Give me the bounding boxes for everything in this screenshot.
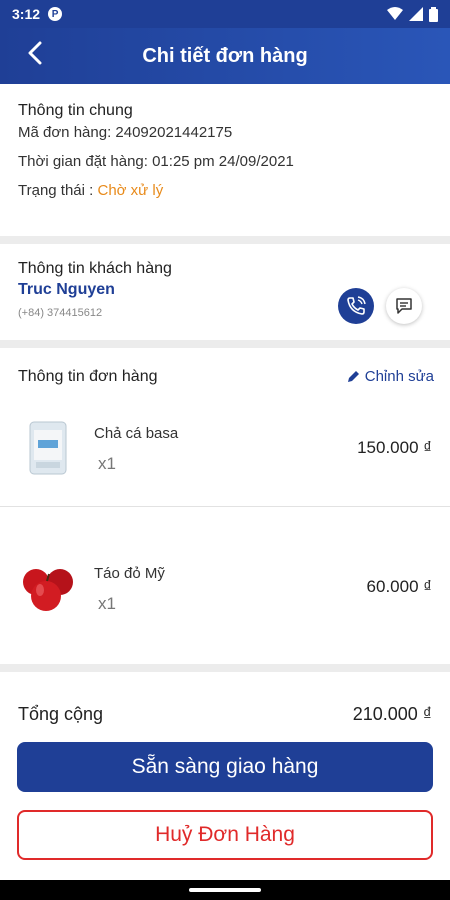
battery-icon bbox=[429, 6, 438, 22]
order-info-card: Thông tin đơn hàng Chỉnh sửa Chả cá basa… bbox=[0, 348, 450, 664]
general-info-card: Thông tin chung Mã đơn hàng: 24092021442… bbox=[0, 84, 450, 236]
item-quantity: x1 bbox=[98, 454, 116, 473]
item-name: Chả cá basa bbox=[94, 425, 179, 442]
system-nav-bar bbox=[0, 880, 450, 900]
product-image bbox=[16, 416, 80, 480]
status-label: Trạng thái : bbox=[18, 182, 98, 199]
item-price: 150.000 ₫ bbox=[357, 438, 432, 457]
notification-icon: P bbox=[48, 7, 63, 21]
order-time: Thời gian đặt hàng: 01:25 pm 24/09/2021 bbox=[18, 153, 294, 170]
status-badge: Chờ xử lý bbox=[97, 182, 164, 199]
status-bar: 3:12 P bbox=[0, 0, 450, 28]
status-time: 3:12 bbox=[12, 6, 41, 22]
page-title: Chi tiết đơn hàng bbox=[142, 44, 308, 67]
order-status-row: Trạng thái : Chờ xử lý bbox=[18, 182, 432, 199]
back-button[interactable] bbox=[20, 38, 50, 68]
app-bar: Chi tiết đơn hàng bbox=[0, 28, 450, 84]
ready-to-deliver-button[interactable]: Sẵn sàng giao hàng bbox=[17, 742, 433, 792]
signal-icon bbox=[409, 7, 423, 21]
total-value: 210.000 ₫ bbox=[352, 704, 432, 724]
total-label: Tổng cộng bbox=[18, 704, 104, 724]
phone-icon bbox=[347, 296, 366, 315]
item-price: 60.000 ₫ bbox=[366, 577, 432, 596]
item-divider bbox=[0, 506, 450, 507]
chat-button[interactable] bbox=[386, 288, 422, 324]
item-quantity: x1 bbox=[98, 594, 116, 613]
chat-icon bbox=[396, 298, 412, 314]
customer-info-title: Thông tin khách hàng bbox=[18, 260, 172, 277]
order-footer: Tổng cộng 210.000 ₫ Sẵn sàng giao hàng H… bbox=[0, 672, 450, 880]
item-name: Táo đỏ Mỹ bbox=[94, 565, 165, 582]
status-icons bbox=[387, 6, 438, 22]
cancel-order-button[interactable]: Huỷ Đơn Hàng bbox=[17, 810, 433, 860]
order-code: Mã đơn hàng: 24092021442175 bbox=[18, 124, 233, 141]
customer-info-card: Thông tin khách hàng Truc Nguyen (+84) 3… bbox=[0, 244, 450, 340]
call-button[interactable] bbox=[338, 288, 374, 324]
general-info-title: Thông tin chung bbox=[18, 102, 133, 119]
wifi-icon bbox=[387, 7, 403, 20]
order-item: Chả cá basa x1 150.000 ₫ bbox=[0, 378, 450, 518]
back-arrow-icon bbox=[28, 41, 42, 65]
product-image bbox=[16, 554, 80, 618]
order-item: Táo đỏ Mỹ x1 60.000 ₫ bbox=[0, 518, 450, 658]
home-handle[interactable] bbox=[189, 888, 261, 892]
